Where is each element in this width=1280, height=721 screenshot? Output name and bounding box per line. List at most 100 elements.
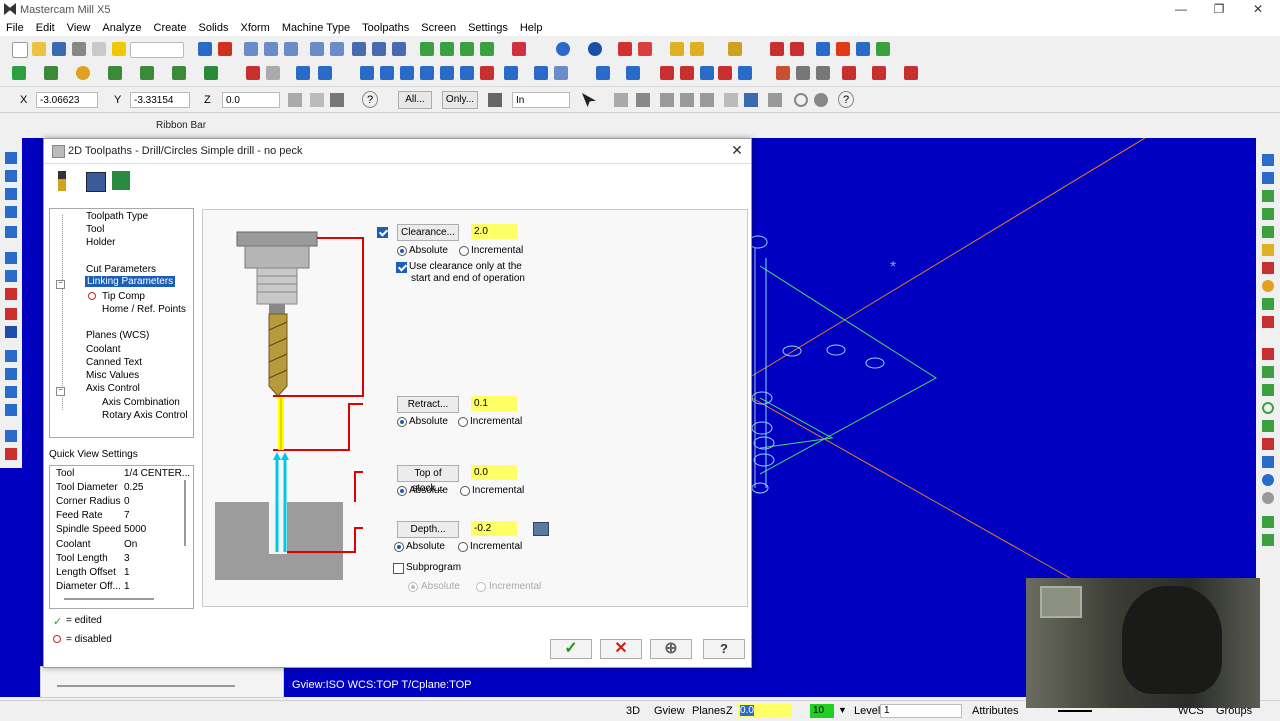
break-icon[interactable] (318, 66, 332, 80)
xform-icon-6[interactable] (460, 66, 474, 80)
ribbon-icon-b[interactable] (744, 93, 758, 107)
ribbon-icon-e[interactable] (814, 93, 828, 107)
side-tool-icon-2[interactable] (5, 170, 17, 182)
ok-button[interactable]: ✓ (550, 639, 592, 659)
toolpath-icon-1[interactable] (842, 66, 856, 80)
gview-icon-4[interactable] (1262, 208, 1274, 220)
status-3d[interactable]: 3D (626, 705, 640, 717)
undo-icon[interactable] (246, 66, 260, 80)
top-of-stock-absolute-radio[interactable] (397, 486, 407, 496)
side-tool-icon-7[interactable] (5, 270, 17, 282)
x-coord-input[interactable]: -3.06623 (36, 92, 98, 108)
dimension-icon[interactable] (700, 66, 714, 80)
roll-icon[interactable] (596, 66, 610, 80)
drag-icon[interactable] (626, 66, 640, 80)
tree-item-canned-text[interactable]: Canned Text (86, 357, 142, 368)
gview-top-icon[interactable] (352, 42, 366, 56)
save-params-icon[interactable] (86, 172, 106, 192)
clearance-checkbox[interactable] (377, 227, 388, 238)
side-tool-icon-5[interactable] (5, 226, 17, 238)
menu-xform[interactable]: Xform (235, 20, 276, 36)
menu-view[interactable]: View (61, 20, 97, 36)
status-color[interactable]: 10 (810, 704, 834, 718)
tree-item-axis-combination[interactable]: Axis Combination (102, 397, 180, 408)
status-z-input[interactable]: 0.0 (738, 704, 792, 718)
depth-input[interactable]: -0.2 (471, 521, 517, 536)
retract-incremental-radio[interactable] (458, 417, 468, 427)
xform-icon-3[interactable] (400, 66, 414, 80)
xform-icon-4[interactable] (420, 66, 434, 80)
gview-icon-12[interactable] (1262, 366, 1274, 378)
depth-absolute-radio[interactable] (394, 542, 404, 552)
gview-side-icon[interactable] (392, 42, 406, 56)
chain-icon[interactable] (614, 93, 628, 107)
ribbon-icon-3[interactable] (330, 93, 344, 107)
tree-item-axis-control[interactable]: Axis Control (86, 383, 140, 394)
side-tool-icon-6[interactable] (5, 252, 17, 264)
side-tool-icon-3[interactable] (5, 188, 17, 200)
zoom-in-icon[interactable] (264, 42, 278, 56)
circle-icon[interactable] (76, 66, 90, 80)
xform-icon-2[interactable] (380, 66, 394, 80)
use-clearance-checkbox[interactable] (396, 262, 407, 273)
depth-incremental-radio[interactable] (458, 542, 468, 552)
tree-item-home-ref-points[interactable]: Home / Ref. Points (102, 304, 186, 315)
add-button[interactable]: ⊕ (650, 639, 692, 659)
shade-icon-1[interactable] (420, 42, 434, 56)
gview-icon-18[interactable] (1262, 474, 1274, 486)
selection-mode-icon[interactable] (488, 93, 502, 107)
solid-icon[interactable] (618, 42, 632, 56)
repaint-icon[interactable] (218, 42, 232, 56)
scroll-track[interactable] (57, 685, 235, 687)
xform-icon-1[interactable] (360, 66, 374, 80)
gview-icon-2[interactable] (1262, 172, 1274, 184)
side-tool-icon-10[interactable] (5, 326, 17, 338)
pencil-icon[interactable] (670, 42, 684, 56)
in-select[interactable]: In (512, 92, 570, 108)
tree-item-tool[interactable]: Tool (86, 224, 104, 235)
open-file-icon[interactable] (32, 42, 46, 56)
tree-collapse-icon[interactable]: − (56, 280, 65, 289)
hatch-icon[interactable] (738, 66, 752, 80)
menu-file[interactable]: File (0, 20, 30, 36)
gview-icon-11[interactable] (1262, 348, 1274, 360)
eraser-icon[interactable] (638, 42, 652, 56)
help-icon-2[interactable]: ? (838, 91, 854, 108)
gview-icon-8[interactable] (1262, 280, 1274, 292)
line-icon[interactable] (44, 66, 58, 80)
point-icon[interactable] (12, 66, 26, 80)
minimize-icon[interactable]: — (1163, 2, 1199, 18)
shade-icon-4[interactable] (480, 42, 494, 56)
ribbon-icon-a[interactable] (724, 93, 738, 107)
save-icon[interactable] (52, 42, 66, 56)
tree-item-coolant[interactable]: Coolant (86, 344, 120, 355)
spline-icon[interactable] (172, 66, 186, 80)
toolbar-icon-list[interactable] (856, 42, 870, 56)
sphere-icon[interactable] (588, 42, 602, 56)
tree-collapse-icon-2[interactable]: − (56, 387, 65, 396)
xform-icon-7[interactable] (480, 66, 494, 80)
gview-icon-13[interactable] (1262, 384, 1274, 396)
gview-icon-15[interactable] (1262, 420, 1274, 432)
menu-create[interactable]: Create (148, 20, 193, 36)
depth-button[interactable]: Depth... (397, 521, 459, 538)
table-icon[interactable] (680, 66, 694, 80)
clearance-absolute-radio[interactable] (397, 246, 407, 256)
backplot-icon[interactable] (512, 42, 526, 56)
gview-icon-5[interactable] (1262, 226, 1274, 238)
rectangle-icon[interactable] (108, 66, 122, 80)
gview-icon-9[interactable] (1262, 298, 1274, 310)
solid-box-icon[interactable] (816, 66, 830, 80)
globe-icon[interactable] (556, 42, 570, 56)
side-tool-icon-11[interactable] (5, 350, 17, 362)
gview-icon-10[interactable] (1262, 316, 1274, 328)
solid-extrude-icon[interactable] (776, 66, 790, 80)
area-select-icon[interactable] (700, 93, 714, 107)
save-as-icon[interactable] (112, 171, 130, 190)
tree-item-linking-parameters[interactable]: Linking Parameters (85, 276, 176, 287)
pointer-icon[interactable] (582, 93, 596, 107)
help-button[interactable]: ? (703, 639, 745, 659)
y-coord-input[interactable]: -3.33154 (130, 92, 190, 108)
status-level-label[interactable]: Level (854, 705, 880, 717)
status-color-arrow-icon[interactable]: ▼ (838, 705, 847, 715)
